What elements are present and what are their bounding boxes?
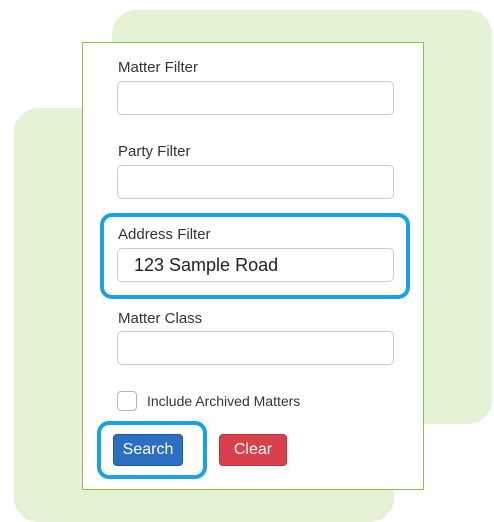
matter-filter-input[interactable] <box>117 81 394 115</box>
matter-class-input[interactable] <box>117 331 394 365</box>
filter-panel: Matter Filter Party Filter Address Filte… <box>82 42 424 490</box>
address-filter-input[interactable] <box>117 248 394 282</box>
matter-class-label: Matter Class <box>118 310 203 327</box>
address-filter-label: Address Filter <box>118 226 211 243</box>
clear-button[interactable]: Clear <box>219 434 287 466</box>
include-archived-label: Include Archived Matters <box>147 393 301 409</box>
search-button[interactable]: Search <box>113 434 183 466</box>
party-filter-input[interactable] <box>117 165 394 199</box>
party-filter-label: Party Filter <box>118 143 191 160</box>
matter-filter-label: Matter Filter <box>118 59 199 76</box>
include-archived-checkbox[interactable] <box>117 391 137 411</box>
